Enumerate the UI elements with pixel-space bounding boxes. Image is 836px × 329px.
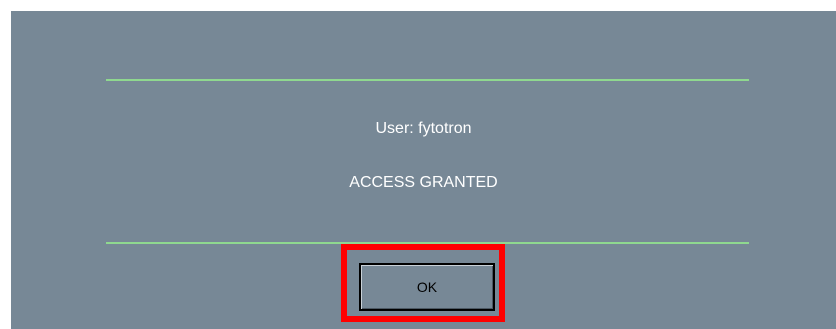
access-status-label: ACCESS GRANTED xyxy=(349,174,498,191)
login-dialog-panel: User: fytotron ACCESS GRANTED OK xyxy=(11,11,836,329)
ok-button[interactable]: OK xyxy=(359,263,495,311)
user-label: User: fytotron xyxy=(375,120,472,137)
top-divider xyxy=(106,79,749,81)
